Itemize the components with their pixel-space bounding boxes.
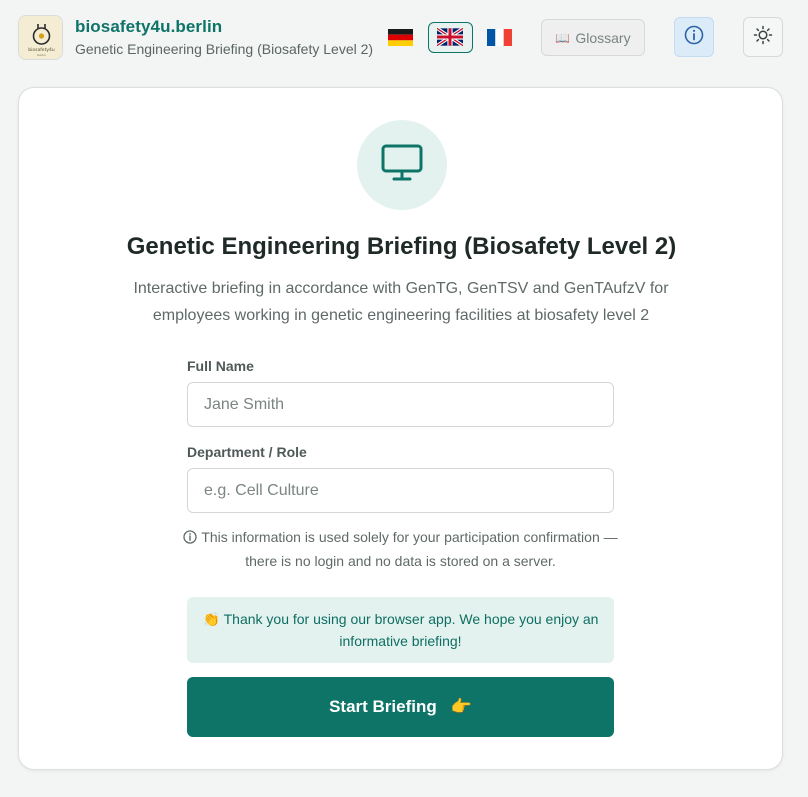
full-name-label: Full Name bbox=[187, 358, 254, 374]
department-input[interactable] bbox=[187, 468, 614, 513]
department-label: Department / Role bbox=[187, 444, 307, 460]
uk-flag-button[interactable] bbox=[428, 22, 473, 53]
book-icon: 📖 bbox=[555, 30, 571, 45]
fr-flag-icon[interactable] bbox=[487, 29, 512, 46]
briefing-start-card: Genetic Engineering Briefing (Biosafety … bbox=[18, 87, 783, 770]
page-title: Genetic Engineering Briefing (Biosafety … bbox=[126, 233, 677, 260]
glossary-button[interactable]: 📖 Glossary bbox=[541, 19, 645, 56]
brand-subtitle: Genetic Engineering Briefing (Biosafety … bbox=[75, 41, 374, 57]
info-icon bbox=[684, 25, 704, 50]
privacy-note: This information is used solely for your… bbox=[179, 526, 622, 572]
sun-icon bbox=[753, 25, 773, 50]
start-briefing-button[interactable]: Start Briefing 👉 bbox=[187, 677, 614, 737]
page-description: Interactive briefing in accordance with … bbox=[133, 280, 669, 324]
app-header: biosafety4u berlin biosafety4u.berlin Ge… bbox=[0, 0, 808, 76]
info-icon bbox=[183, 528, 197, 550]
full-name-input[interactable] bbox=[187, 382, 614, 427]
thanks-text: Thank you for using our browser app. We … bbox=[223, 611, 599, 649]
hero-icon-circle bbox=[357, 120, 447, 210]
brand-title: biosafety4u.berlin bbox=[75, 17, 223, 36]
glossary-label: Glossary bbox=[575, 29, 631, 46]
start-briefing-label: Start Briefing bbox=[329, 697, 437, 716]
monitor-icon bbox=[380, 143, 424, 188]
pointing-hand-icon: 👉 bbox=[450, 697, 472, 716]
svg-text:berlin: berlin bbox=[37, 53, 46, 57]
app-logo: biosafety4u berlin bbox=[18, 15, 63, 60]
de-flag-icon[interactable] bbox=[388, 29, 413, 46]
theme-toggle-button[interactable] bbox=[743, 17, 783, 57]
uk-flag-icon bbox=[437, 28, 463, 46]
info-button[interactable] bbox=[674, 17, 714, 57]
clap-icon: 👏 bbox=[202, 611, 220, 627]
privacy-note-text: This information is used solely for your… bbox=[201, 529, 618, 569]
thanks-message: 👏 Thank you for using our browser app. W… bbox=[187, 597, 614, 663]
